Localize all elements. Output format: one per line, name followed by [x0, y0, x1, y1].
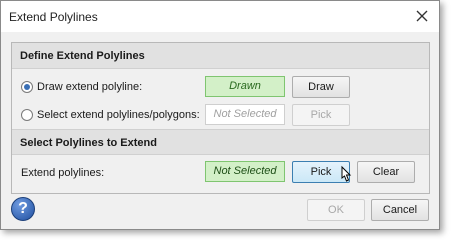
question-icon[interactable]: ?: [11, 197, 35, 221]
extend-polylines-dialog: Extend Polylines Define Extend Polylines…: [0, 0, 440, 230]
title-bar: Extend Polylines: [1, 1, 439, 32]
extend-status-field: Not Selected: [205, 161, 285, 182]
cancel-button[interactable]: Cancel: [371, 199, 429, 221]
options-group: Define Extend Polylines Draw extend poly…: [11, 42, 430, 194]
pick-extend-button[interactable]: Pick: [292, 104, 350, 126]
draw-extend-radio[interactable]: [21, 81, 33, 93]
close-icon[interactable]: [413, 7, 431, 25]
draw-extend-label: Draw extend polyline:: [37, 81, 143, 93]
clear-button[interactable]: Clear: [357, 161, 415, 183]
extend-polylines-label: Extend polylines:: [21, 167, 105, 179]
mouse-pointer-icon: [341, 165, 352, 182]
select-status-field: Not Selected: [205, 104, 285, 125]
section-header-select: Select Polylines to Extend: [12, 129, 429, 155]
select-extend-radio[interactable]: [21, 109, 33, 121]
ok-button[interactable]: OK: [307, 199, 365, 221]
draw-status-field: Drawn: [205, 76, 285, 97]
window-title: Extend Polylines: [9, 10, 98, 24]
draw-button[interactable]: Draw: [292, 76, 350, 98]
section-header-define: Define Extend Polylines: [12, 43, 429, 69]
select-extend-label: Select extend polylines/polygons:: [37, 109, 200, 121]
